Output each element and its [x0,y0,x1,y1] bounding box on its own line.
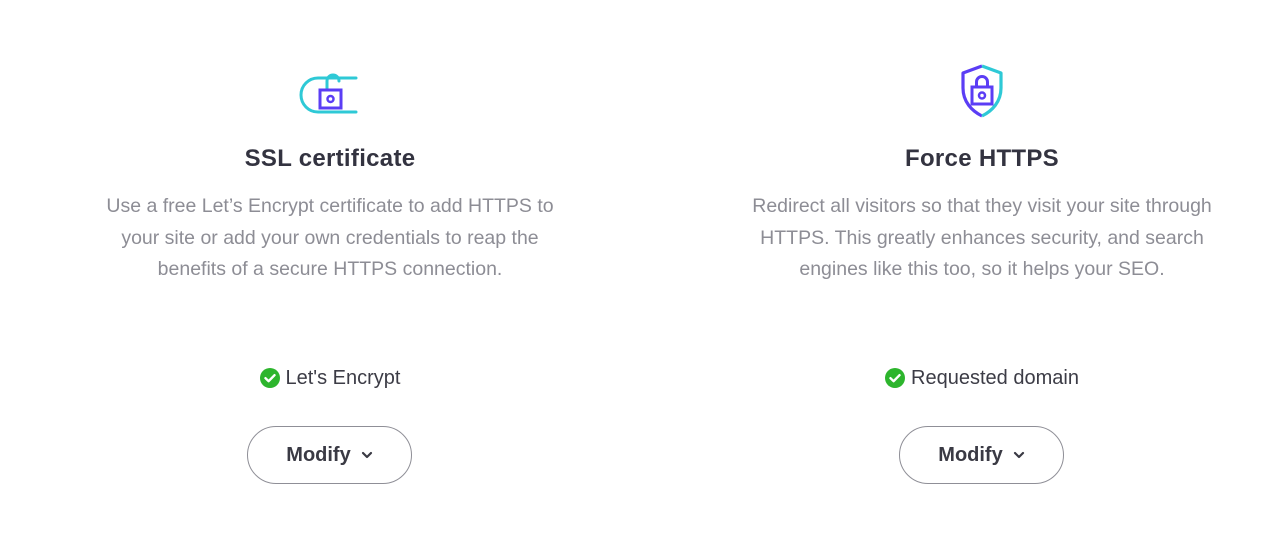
status-text: Let's Encrypt [285,367,401,389]
card-title: Force HTTPS [905,145,1059,172]
card-title: SSL certificate [244,145,416,172]
force-https-card: Force HTTPS Redirect all visitors so tha… [732,0,1232,545]
chevron-down-icon [361,451,373,459]
modify-ssl-button[interactable]: Modify [247,426,412,484]
button-label: Modify [938,443,1003,466]
card-description: Redirect all visitors so that they visit… [752,195,1212,280]
unlocked-padlock-icon [298,62,362,120]
status-text: Requested domain [911,367,1079,389]
check-circle-icon [259,368,280,388]
ssl-certificate-card: SSL certificate Use a free Let’s Encrypt… [80,0,580,545]
chevron-down-icon [1013,451,1025,459]
button-label: Modify [286,443,351,466]
modify-force-https-button[interactable]: Modify [899,426,1064,484]
check-circle-icon [885,368,906,388]
status-row: Requested domain [732,364,1232,392]
card-description: Use a free Let’s Encrypt certificate to … [106,195,554,280]
shield-lock-icon [958,62,1006,120]
status-row: Let's Encrypt [80,364,580,392]
https-settings-panel: SSL certificate Use a free Let’s Encrypt… [0,0,1287,545]
